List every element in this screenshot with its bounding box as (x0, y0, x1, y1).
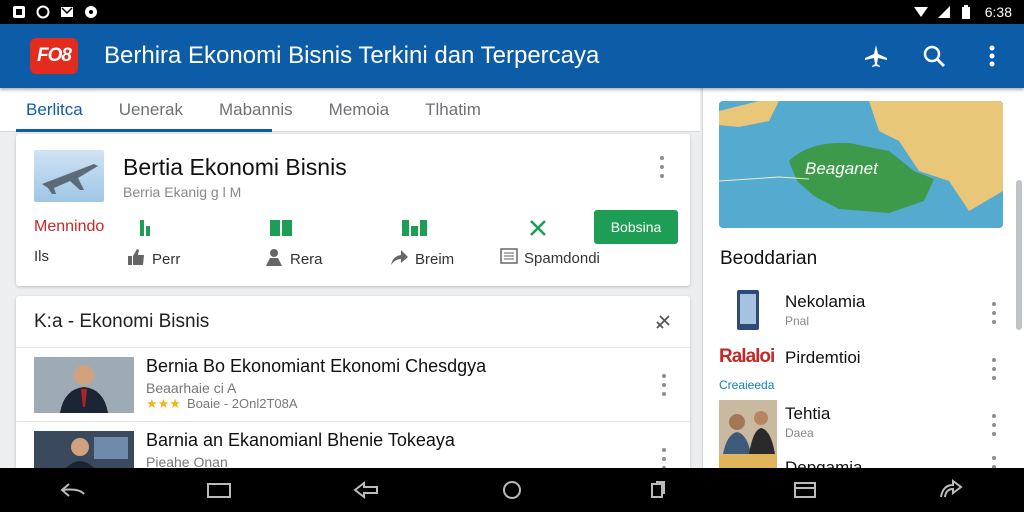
wifi-icon (913, 5, 928, 19)
list-heading: K:a - Ekonomi Bisnis (16, 296, 690, 348)
sidebar-item-menu-icon[interactable] (989, 358, 999, 380)
tab-2[interactable]: Uenerak (119, 88, 201, 132)
system-nav-bar (0, 468, 1024, 512)
tab-bar: Berlitca Uenerak Mabannis Memoia Tlhatim (0, 88, 700, 132)
gallery-icon (12, 5, 26, 19)
sidebar-item-menu-icon[interactable] (989, 456, 999, 468)
sidebar-item[interactable]: Depgamia (719, 454, 1009, 468)
sidebar-item-menu-icon[interactable] (989, 414, 999, 436)
map-label: Beaganet (805, 159, 878, 178)
window-icon[interactable] (204, 475, 234, 505)
chart-icon[interactable] (402, 220, 427, 238)
item-title: Barnia an Ekanomianl Bhenie Tokeaya (146, 430, 455, 450)
featured-card[interactable]: Bertia Ekonomi Bisnis Berria Ekanig g l … (16, 134, 690, 286)
tab-indicator (16, 129, 272, 132)
card-subtitle: Berria Ekanig g l M (123, 184, 242, 200)
sidebar-item-subtitle: Creaieeda (719, 378, 775, 392)
status-bar: 6:38 (0, 0, 1024, 24)
action-3-label: Breim (415, 250, 455, 268)
people-thumbnail (719, 400, 777, 454)
return-icon[interactable] (351, 475, 381, 505)
action-4[interactable]: Spamdondi (500, 248, 600, 268)
news-thumbnail (34, 431, 134, 468)
sidebar-section-title: Beoddarian (720, 248, 818, 269)
sidebar-item-menu-icon[interactable] (989, 302, 999, 324)
list-item[interactable]: Barnia an Ekanomianl Bhenie Tokeaya Piea… (16, 422, 690, 468)
sidebar-item-title: Pirdemtioi (785, 348, 861, 367)
recents-icon[interactable] (643, 475, 673, 505)
screen-icon[interactable] (790, 475, 820, 505)
sidebar: Beaganet Beoddarian Nekolamia Pnal Ralal… (702, 88, 1024, 468)
sidebar-item-subtitle: Pnal (785, 314, 810, 328)
news-list-card: K:a - Ekonomi Bisnis Bernia Bo Ekonomian… (16, 296, 690, 468)
main-feed: Berlitca Uenerak Mabannis Memoia Tlhatim… (0, 88, 700, 468)
tab-1[interactable]: Berlitca (26, 88, 101, 132)
share-icon (389, 248, 409, 270)
item-subtitle: Beaarhaie ci A (146, 380, 237, 396)
tab-4[interactable]: Memoia (329, 88, 407, 132)
status-time: 6:38 (984, 4, 1012, 20)
action-2-label: Rera (290, 250, 323, 268)
close-icon[interactable] (528, 218, 548, 243)
sidebar-item-title: Nekolamia (785, 292, 866, 311)
sidebar-item-title: Depgamia (785, 458, 863, 468)
airplane-thumbnail (34, 150, 104, 202)
item-meta: ★★★ Boaie - 2Onl2T08A (146, 396, 298, 412)
sidebar-item[interactable]: Ralaloi Pirdemtioi Creaieeda (719, 344, 1009, 398)
action-button[interactable]: Bobsina (594, 210, 678, 244)
list-icon (500, 248, 518, 268)
sidebar-item-subtitle: Daea (785, 426, 814, 440)
row-label: Ils (34, 248, 49, 265)
action-1[interactable]: Perr (126, 248, 180, 270)
item-title: Bernia Bo Ekonomiant Ekonomi Chesdgya (146, 356, 487, 376)
item-menu-icon[interactable] (659, 448, 669, 468)
book-icon[interactable] (270, 220, 292, 238)
rotate-icon[interactable] (936, 475, 966, 505)
back-icon[interactable] (58, 475, 88, 505)
signal-icon (937, 5, 951, 19)
list-item[interactable]: Bernia Bo Ekonomiant Ekonomi Chesdgya Be… (16, 348, 690, 422)
green-bars-icon[interactable] (140, 220, 150, 238)
chat-icon (84, 5, 98, 19)
item-menu-icon[interactable] (659, 374, 669, 396)
mail-icon (60, 5, 74, 19)
action-4-label: Spamdondi (524, 249, 600, 267)
record-icon (36, 5, 50, 19)
news-thumbnail (34, 357, 134, 413)
sidebar-item[interactable]: Tehtia Daea (719, 400, 1009, 454)
card-menu-icon[interactable] (657, 156, 667, 178)
logo-thumbnail-text: Ralaloi (719, 346, 775, 367)
scrollbar[interactable] (1016, 180, 1022, 330)
map-card[interactable]: Beaganet (719, 101, 1003, 228)
battery-icon (961, 5, 975, 19)
category-label: Mennindo (34, 218, 105, 235)
app-logo[interactable]: FO8 (30, 38, 78, 74)
action-3[interactable]: Breim (389, 248, 454, 270)
tablet-thumbnail (719, 288, 777, 330)
thumb-icon (126, 248, 146, 270)
pin-icon[interactable] (654, 313, 672, 337)
app-title: Berhira Ekonomi Bisnis Terkini dan Terpe… (104, 42, 600, 69)
sidebar-item[interactable]: Nekolamia Pnal (719, 288, 1009, 342)
app-bar: FO8 Berhira Ekonomi Bisnis Terkini dan T… (0, 24, 1024, 88)
sidebar-item-title: Tehtia (785, 404, 831, 423)
news-thumbnail (719, 454, 777, 468)
list-heading-text: K:a - Ekonomi Bisnis (34, 310, 210, 332)
tab-3[interactable]: Mabannis (219, 88, 311, 132)
action-2[interactable]: Rera (264, 248, 323, 270)
person-icon (264, 248, 284, 270)
item-subtitle: Pieahe Onan (146, 454, 228, 468)
plane-icon[interactable] (862, 42, 890, 70)
tab-5[interactable]: Tlhatim (425, 88, 499, 132)
overflow-menu-icon[interactable] (978, 42, 1006, 70)
home-icon[interactable] (497, 475, 527, 505)
action-1-label: Perr (152, 250, 181, 268)
search-icon[interactable] (920, 42, 948, 70)
card-title: Bertia Ekonomi Bisnis (123, 154, 347, 180)
rating-stars: ★★★ (146, 396, 181, 411)
item-meta-text: Boaie - 2Onl2T08A (186, 396, 298, 411)
